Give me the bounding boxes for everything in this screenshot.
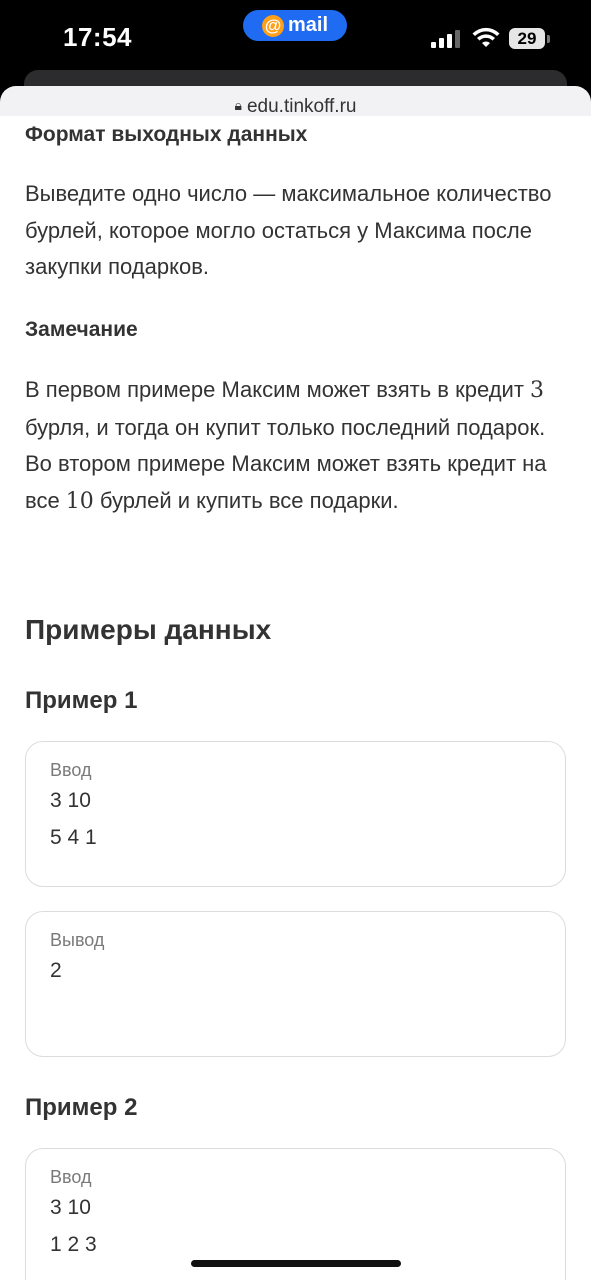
mail-pill-label: mail bbox=[287, 14, 329, 36]
wifi-icon bbox=[472, 27, 500, 47]
battery-level: 29 bbox=[517, 28, 537, 48]
input-line: 3 10 bbox=[50, 1196, 91, 1219]
input-line: 5 4 1 bbox=[50, 826, 97, 849]
output-label: Вывод bbox=[50, 930, 105, 950]
output-format-heading: Формат выходных данных bbox=[25, 123, 308, 146]
battery-tip bbox=[547, 35, 550, 43]
note-text-part-1: В первом примере Максим может взять в кр… bbox=[25, 377, 524, 402]
note-text: В первом примере Максим может взять в кр… bbox=[25, 372, 566, 520]
output-format-text: Выведите одно число — максимальное колич… bbox=[25, 181, 552, 279]
output-line: 2 bbox=[50, 959, 62, 982]
mail-app-pill[interactable]: @ mail bbox=[243, 10, 347, 41]
input-label: Ввод bbox=[50, 760, 92, 780]
status-time: 17:54 bbox=[63, 22, 132, 52]
at-sign-icon: @ bbox=[261, 14, 284, 37]
input-label: Ввод bbox=[50, 1167, 92, 1187]
url-bar[interactable]: 🔒︎ edu.tinkoff.ru bbox=[0, 86, 591, 116]
url-text: edu.tinkoff.ru bbox=[246, 96, 357, 116]
example-2-title: Пример 2 bbox=[25, 1094, 138, 1121]
example-1-title: Пример 1 bbox=[25, 687, 138, 714]
example-1-output-box[interactable]: Вывод 2 bbox=[25, 911, 566, 1057]
cellular-signal-icon bbox=[431, 30, 460, 48]
lock-icon: 🔒︎ bbox=[234, 97, 242, 113]
home-indicator[interactable] bbox=[191, 1260, 401, 1267]
input-line: 1 2 3 bbox=[50, 1233, 97, 1256]
examples-heading: Примеры данных bbox=[25, 614, 272, 645]
phone-screen: 17:54 @ mail 29 🔒︎ edu.tinkoff.ru Формат… bbox=[0, 0, 591, 1280]
note-heading: Замечание bbox=[25, 318, 138, 341]
input-line: 3 10 bbox=[50, 789, 91, 812]
note-text-part-3: бурлей и купить все подарки. bbox=[93, 487, 399, 513]
note-number-2: 10 bbox=[65, 488, 94, 514]
note-number-1: 3 bbox=[530, 378, 545, 403]
example-1-input-box[interactable]: Ввод 3 10 5 4 1 bbox=[25, 741, 566, 887]
battery-icon: 29 bbox=[509, 28, 545, 49]
page-content[interactable]: Формат выходных данных Выведите одно чис… bbox=[0, 116, 591, 1280]
